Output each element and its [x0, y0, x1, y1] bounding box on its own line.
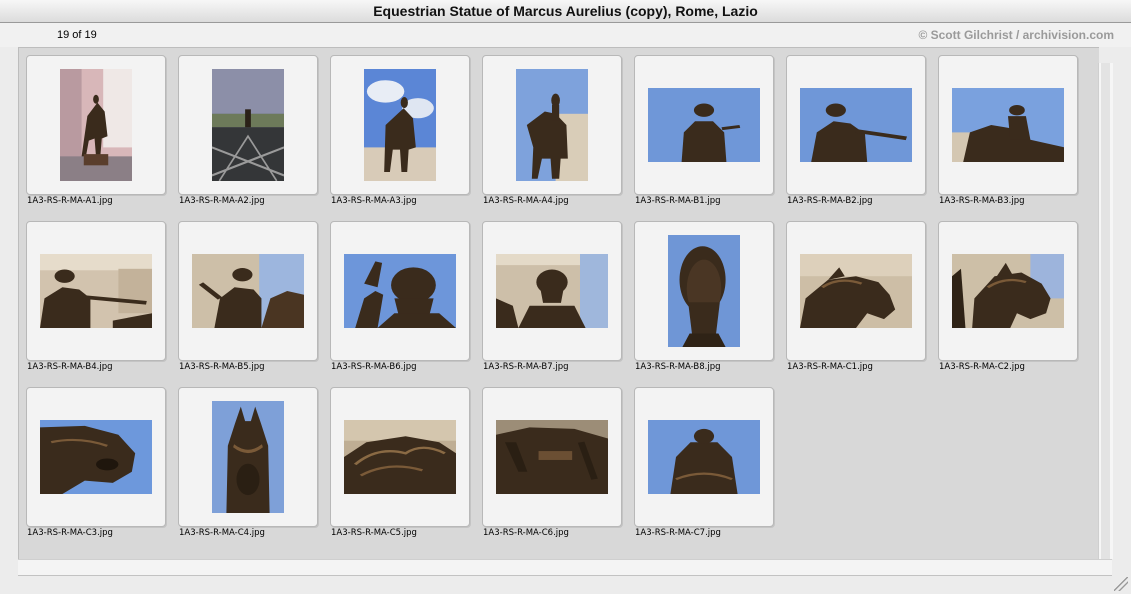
copyright-credit: © Scott Gilchrist / archivision.com [918, 28, 1114, 42]
thumbnail-slide[interactable] [786, 55, 926, 195]
resize-handle-icon[interactable] [1114, 577, 1128, 591]
thumbnail-filename: 1A3-RS-R-MA-C2.jpg [939, 362, 1025, 372]
thumbnail-image[interactable] [648, 420, 760, 494]
thumbnail-image[interactable] [952, 88, 1064, 162]
vertical-scroll-thumb[interactable] [1101, 63, 1110, 559]
thumbnail-slide[interactable] [26, 387, 166, 527]
thumbnail-image[interactable] [496, 254, 608, 328]
thumbnail-slide[interactable] [178, 55, 318, 195]
thumbnail-filename: 1A3-RS-R-MA-B4.jpg [27, 362, 113, 372]
thumbnail-filename: 1A3-RS-R-MA-B5.jpg [179, 362, 265, 372]
thumbnail-image[interactable] [364, 69, 436, 181]
thumbnail-grid: 1A3-RS-R-MA-A1.jpg 1A3-RS-R-MA-A2.jpg 1A3-… [18, 47, 1099, 560]
window-title: Equestrian Statue of Marcus Aurelius (co… [373, 3, 758, 19]
thumbnail-slide[interactable] [330, 221, 470, 361]
thumbnail-image[interactable] [344, 420, 456, 494]
thumbnail-filename: 1A3-RS-R-MA-A3.jpg [331, 196, 417, 206]
thumbnail-slide[interactable] [634, 55, 774, 195]
thumbnail-filename: 1A3-RS-R-MA-C5.jpg [331, 528, 417, 538]
thumbnail-slide[interactable] [330, 387, 470, 527]
horizontal-scrollbar[interactable] [18, 559, 1112, 576]
thumbnail-image[interactable] [668, 235, 740, 347]
thumbnail-image[interactable] [212, 69, 284, 181]
thumbnail-slide[interactable] [26, 55, 166, 195]
thumbnail-image[interactable] [800, 254, 912, 328]
thumbnail-image[interactable] [496, 420, 608, 494]
thumbnail-slide[interactable] [178, 221, 318, 361]
thumbnail-filename: 1A3-RS-R-MA-B7.jpg [483, 362, 569, 372]
thumbnail-filename: 1A3-RS-R-MA-C4.jpg [179, 528, 265, 538]
thumbnail-filename: 1A3-RS-R-MA-B3.jpg [939, 196, 1025, 206]
thumbnail-image[interactable] [516, 69, 588, 181]
thumbnail-image[interactable] [212, 401, 284, 513]
thumbnail-filename: 1A3-RS-R-MA-A2.jpg [179, 196, 265, 206]
thumbnail-filename: 1A3-RS-R-MA-B2.jpg [787, 196, 873, 206]
thumbnail-slide[interactable] [482, 221, 622, 361]
thumbnail-image[interactable] [800, 88, 912, 162]
thumbnail-filename: 1A3-RS-R-MA-C1.jpg [787, 362, 873, 372]
thumbnail-image[interactable] [40, 254, 152, 328]
thumbnail-image[interactable] [952, 254, 1064, 328]
thumbnail-filename: 1A3-RS-R-MA-A1.jpg [27, 196, 113, 206]
image-count: 19 of 19 [57, 29, 97, 41]
window-title-bar[interactable]: Equestrian Statue of Marcus Aurelius (co… [0, 0, 1131, 23]
thumbnail-filename: 1A3-RS-R-MA-B8.jpg [635, 362, 721, 372]
thumbnail-slide[interactable] [634, 387, 774, 527]
thumbnail-filename: 1A3-RS-R-MA-C7.jpg [635, 528, 721, 538]
thumbnail-filename: 1A3-RS-R-MA-B6.jpg [331, 362, 417, 372]
thumbnail-filename: 1A3-RS-R-MA-C6.jpg [483, 528, 569, 538]
thumbnail-slide[interactable] [330, 55, 470, 195]
thumbnail-slide[interactable] [482, 387, 622, 527]
thumbnail-filename: 1A3-RS-R-MA-B1.jpg [635, 196, 721, 206]
thumbnail-image[interactable] [40, 420, 152, 494]
thumbnail-slide[interactable] [482, 55, 622, 195]
thumbnail-image[interactable] [192, 254, 304, 328]
thumbnail-slide[interactable] [786, 221, 926, 361]
thumbnail-slide[interactable] [178, 387, 318, 527]
thumbnail-slide[interactable] [634, 221, 774, 361]
thumbnail-slide[interactable] [938, 55, 1078, 195]
thumbnail-slide[interactable] [26, 221, 166, 361]
thumbnail-filename: 1A3-RS-R-MA-A4.jpg [483, 196, 569, 206]
info-bar: 19 of 19 © Scott Gilchrist / archivision… [0, 23, 1131, 47]
thumbnail-image[interactable] [648, 88, 760, 162]
thumbnail-image[interactable] [344, 254, 456, 328]
thumbnail-filename: 1A3-RS-R-MA-C3.jpg [27, 528, 113, 538]
vertical-scrollbar[interactable] [1098, 63, 1113, 559]
thumbnail-slide[interactable] [938, 221, 1078, 361]
thumbnail-image[interactable] [60, 69, 132, 181]
